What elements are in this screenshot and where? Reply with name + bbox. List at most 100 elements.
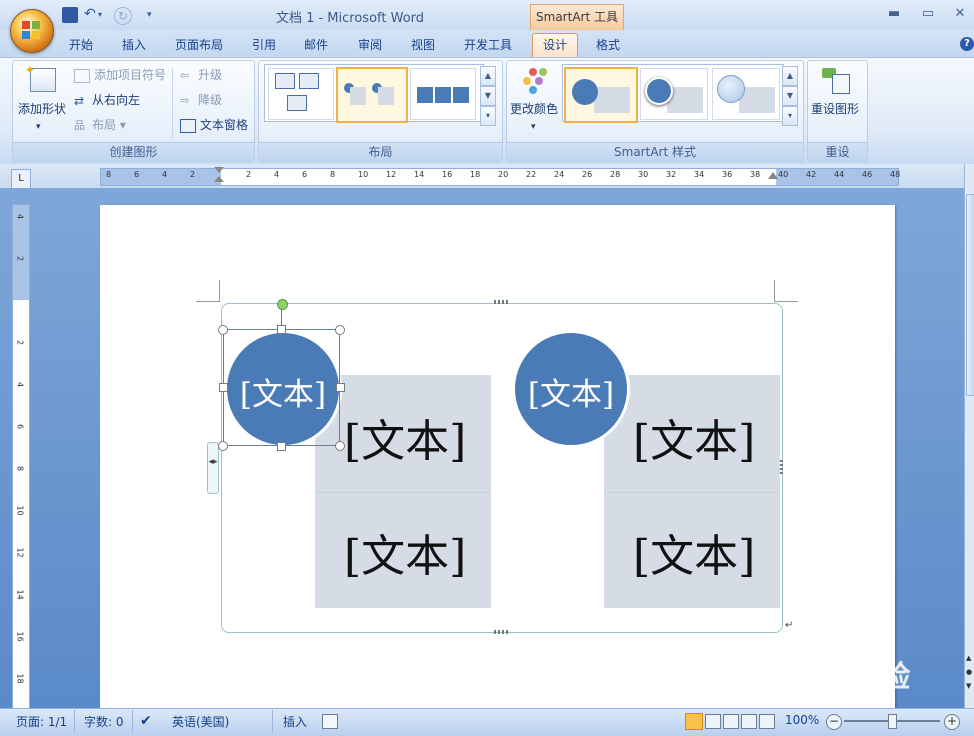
outline-icon[interactable] [741, 714, 757, 729]
right-indent-icon[interactable] [768, 172, 778, 182]
resize-handle[interactable] [219, 383, 228, 392]
ruler-tick-label: 30 [638, 170, 649, 179]
rotation-handle-icon[interactable] [277, 299, 288, 310]
rect-2-text-top[interactable]: [文本] [633, 405, 755, 469]
group-label: 创建图形 [13, 142, 254, 161]
tab-selector-icon[interactable]: L [11, 169, 31, 189]
add-shape-icon[interactable]: ✦ [25, 63, 56, 92]
page-count[interactable]: 页面: 1/1 [16, 713, 67, 730]
resize-handle[interactable] [218, 441, 228, 451]
tab-home[interactable]: 开始 [62, 36, 100, 56]
full-screen-icon[interactable] [705, 714, 721, 729]
word-count[interactable]: 字数: 0 [84, 713, 124, 730]
add-bullet-button[interactable]: 添加项目符号 [74, 65, 166, 85]
help-icon[interactable]: ? [960, 37, 974, 51]
style-thumb-3[interactable] [712, 68, 780, 120]
text-pane-toggle-icon[interactable]: ◂▸ [207, 442, 219, 494]
add-shape-button[interactable]: 添加形状 [18, 99, 66, 119]
style-thumb-2[interactable] [640, 68, 708, 120]
insert-mode[interactable]: 插入 [283, 713, 307, 730]
gallery-scroll-down-icon[interactable]: ▼ [480, 86, 496, 106]
tab-page-layout[interactable]: 页面布局 [170, 36, 228, 56]
styles-scroll-up-icon[interactable]: ▲ [782, 66, 798, 86]
baidu-watermark: Baidu经验 jingyan.baidu.com [748, 652, 928, 708]
rect-1-text-bottom[interactable]: [文本] [344, 520, 466, 584]
ruler-tick-label: 24 [554, 170, 565, 179]
draft-icon[interactable] [759, 714, 775, 729]
demote-button[interactable]: ⇨ 降级 [180, 90, 222, 110]
tab-developer[interactable]: 开发工具 [458, 36, 518, 56]
resize-handle[interactable] [277, 442, 286, 451]
circle-2-text[interactable]: [文本] [515, 369, 627, 414]
ruler-tick-label: 36 [722, 170, 733, 179]
styles-more-icon[interactable]: ▾ [782, 106, 798, 126]
rect-1-text-top[interactable]: [文本] [344, 405, 466, 469]
layout-thumb-selected[interactable] [336, 67, 408, 123]
resize-handle[interactable] [336, 383, 345, 392]
web-layout-icon[interactable] [723, 714, 739, 729]
change-colors-dropdown-icon[interactable]: ▾ [531, 117, 536, 137]
redo-icon[interactable]: ↻ [114, 7, 132, 25]
zoom-level[interactable]: 100% [785, 713, 819, 727]
divider [604, 492, 780, 493]
minimize-icon[interactable]: ▬ [884, 6, 904, 22]
vruler-tick-label: 6 [15, 423, 25, 430]
tab-design[interactable]: 设计 [532, 33, 578, 59]
tab-insert[interactable]: 插入 [116, 36, 152, 56]
close-icon[interactable]: ✕ [950, 6, 970, 22]
language[interactable]: 英语(美国) [172, 713, 229, 730]
zoom-out-icon[interactable]: − [826, 714, 842, 730]
add-shape-dropdown-icon[interactable]: ▾ [36, 117, 41, 137]
layout-thumb-3[interactable] [410, 68, 476, 120]
separator [132, 710, 133, 732]
reset-graphic-icon[interactable] [822, 66, 850, 94]
text-pane-label: 文本窗格 [200, 118, 249, 132]
promote-button[interactable]: ⇦ 升级 [180, 65, 222, 85]
layout-thumb-1[interactable] [268, 68, 334, 120]
frame-handle-top[interactable] [494, 300, 508, 304]
undo-icon[interactable]: ↶ [84, 7, 96, 23]
gallery-scroll-up-icon[interactable]: ▲ [480, 66, 496, 86]
layout-button[interactable]: 品布局 ▾ [74, 115, 126, 135]
undo-dropdown-icon[interactable]: ▾ [98, 7, 106, 23]
restore-icon[interactable]: ▭ [918, 6, 938, 22]
print-layout-icon[interactable] [685, 713, 703, 730]
gallery-more-icon[interactable]: ▾ [480, 106, 496, 126]
zoom-in-icon[interactable]: + [944, 714, 960, 730]
reset-graphic-button[interactable]: 重设图形 [811, 99, 859, 119]
group-label: 布局 [259, 142, 502, 161]
styles-scroll-down-icon[interactable]: ▼ [782, 86, 798, 106]
save-icon[interactable] [62, 7, 78, 23]
style-thumb-selected[interactable] [564, 67, 638, 123]
macro-record-icon[interactable] [322, 714, 338, 729]
tab-mailings[interactable]: 邮件 [298, 36, 334, 56]
ruler-tick-label: 12 [386, 170, 397, 179]
tab-review[interactable]: 审阅 [352, 36, 388, 56]
ruler-tick-label: 20 [498, 170, 509, 179]
office-button[interactable] [10, 9, 54, 53]
rect-2-text-bottom[interactable]: [文本] [633, 520, 755, 584]
bullet-list-icon [74, 68, 90, 83]
resize-handle[interactable] [335, 441, 345, 451]
ruler-tick-label: 34 [694, 170, 705, 179]
ruler-tick-label: 8 [106, 170, 112, 179]
zoom-slider-thumb[interactable] [888, 714, 897, 729]
customize-toolbar-icon[interactable]: ▾ [147, 7, 157, 23]
proofing-icon[interactable]: ✔ [140, 713, 152, 729]
indent-marker-icon[interactable] [214, 167, 224, 187]
tab-view[interactable]: 视图 [405, 36, 441, 56]
change-colors-button[interactable]: 更改颜色 [510, 99, 558, 119]
text-pane-button[interactable]: 文本窗格 [180, 115, 248, 135]
tab-format[interactable]: 格式 [586, 36, 630, 56]
change-colors-icon[interactable] [521, 68, 551, 94]
divider [315, 492, 491, 493]
resize-handle[interactable] [277, 325, 286, 334]
resize-handle[interactable] [218, 325, 228, 335]
resize-handle[interactable] [335, 325, 345, 335]
vertical-scrollbar[interactable]: ▲ ● ▼ [964, 164, 974, 708]
tab-references[interactable]: 引用 [246, 36, 282, 56]
right-to-left-button[interactable]: ⇄ 从右向左 [74, 90, 140, 110]
frame-handle-bottom[interactable] [494, 630, 508, 634]
smartart-circle-2[interactable]: [文本] [512, 330, 630, 448]
ruler-tick-label: 6 [134, 170, 140, 179]
